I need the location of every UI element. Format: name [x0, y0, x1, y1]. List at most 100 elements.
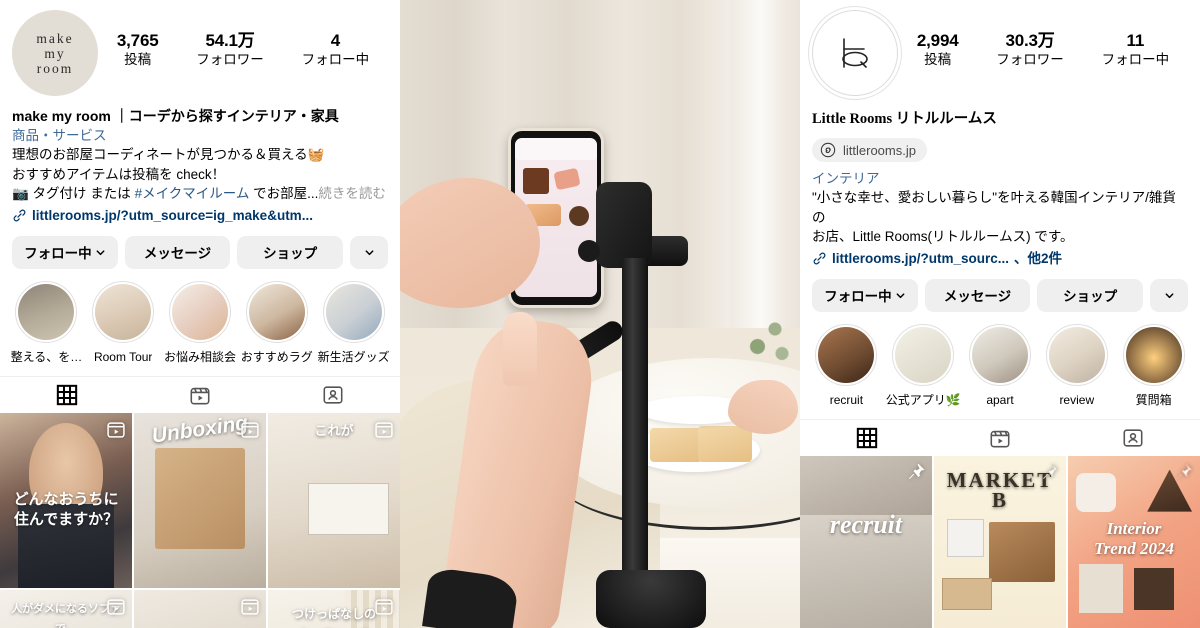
chevron-down-icon [365, 249, 373, 255]
screen-item [523, 168, 549, 194]
chevron-down-icon [896, 292, 905, 298]
post-cell[interactable]: 韓国で バズってるコレ [134, 590, 266, 628]
message-button[interactable]: メッセージ [124, 235, 231, 269]
message-button[interactable]: メッセージ [924, 278, 1031, 312]
stat-following[interactable]: 4 フォロー中 [300, 30, 372, 69]
reels-icon [375, 599, 393, 615]
bio-section-right: Little Rooms リトルルームス littlerooms.jp インテリ… [800, 96, 1200, 269]
highlight-item[interactable]: Room Tour [85, 280, 162, 365]
highlight-ring [322, 280, 385, 343]
post-cell[interactable]: Unboxing [134, 412, 266, 589]
button-label: ショップ [1063, 289, 1118, 304]
post-cell[interactable]: つけっぱなしの カーテンって [268, 590, 400, 628]
display-name: make my room ｜コーデから探すインテリア・家具 [12, 108, 339, 124]
highlight-item[interactable]: review [1038, 323, 1115, 408]
display-name: Little Rooms リトルルームス [812, 111, 997, 127]
button-label: フォロー中 [824, 289, 892, 304]
highlight-item[interactable]: recruit [808, 323, 885, 408]
threads-badge[interactable]: littlerooms.jp [812, 138, 927, 162]
second-person-hand [728, 380, 798, 434]
sidebar-item-tagged-tab[interactable] [1067, 420, 1200, 456]
avatar-wrap[interactable] [808, 6, 902, 100]
reels-icon [241, 599, 259, 615]
avatar-ring [808, 6, 902, 100]
profile-header-left: make my room 3,765 投稿 54.1万 フォロワー 4 フォロー… [0, 0, 400, 96]
link-count-suffix[interactable]: 、他2件 [1014, 248, 1062, 269]
pin-icon [908, 463, 925, 479]
sidebar-item-grid-tab[interactable] [800, 420, 933, 456]
highlight-label: review [1059, 392, 1095, 407]
hashtag-link[interactable]: #メイクマイルーム [135, 186, 250, 201]
post-cell[interactable]: 人がダメになるソファで… [0, 590, 132, 628]
stat-label: フォロワー [996, 52, 1064, 67]
highlight-item[interactable]: 整える、を… [8, 280, 85, 365]
grid-icon [56, 384, 77, 405]
following-button[interactable]: フォロー中 [812, 278, 918, 312]
stat-posts[interactable]: 3,765 投稿 [115, 30, 161, 69]
highlight-ring [968, 323, 1031, 386]
stat-followers[interactable]: 54.1万 フォロワー [194, 30, 266, 69]
highlight-item[interactable]: おすすめラグ [238, 280, 315, 365]
highlight-cover [895, 326, 952, 383]
highlight-ring [892, 323, 955, 386]
pointing-finger [503, 312, 537, 386]
post-cell[interactable]: これが [268, 412, 400, 589]
tripod-post [622, 258, 648, 588]
sidebar-item-tagged-tab[interactable] [267, 377, 400, 413]
highlight-cover [248, 283, 305, 340]
reels-icon [241, 421, 259, 438]
external-link-text[interactable]: littlerooms.jp/?utm_source=ig_make&utm..… [32, 205, 313, 226]
avatar[interactable]: make my room [12, 10, 98, 96]
highlight-item[interactable]: 新生活グッズ [315, 280, 392, 365]
screen-item [569, 206, 589, 226]
stat-posts[interactable]: 2,994 投稿 [915, 30, 961, 69]
stats-row: 3,765 投稿 54.1万 フォロワー 4 フォロー中 [98, 10, 388, 69]
bio-tag-line: 📷 タグ付け または #メイクマイルーム でお部屋...続きを読む [12, 184, 388, 204]
stat-label: フォロー中 [301, 52, 370, 67]
external-link-row[interactable]: littlerooms.jp/?utm_source=ig_make&utm..… [12, 205, 388, 226]
highlight-item[interactable]: 質問箱 [1115, 323, 1192, 408]
category-label: 商品・サービス [12, 128, 107, 143]
bio-line: おすすめアイテムは投稿を check！ [12, 166, 226, 182]
highlight-item[interactable]: apart [962, 323, 1039, 408]
link-chain-icon [813, 252, 826, 264]
right-instagram-profile: 2,994 投稿 30.3万 フォロワー 11 フォロー中 Little Roo… [800, 0, 1200, 628]
highlight-item[interactable]: お悩み相談会 [162, 280, 239, 365]
reels-icon [190, 387, 210, 404]
external-link-row[interactable]: littlerooms.jp/?utm_sourc... 、他2件 [812, 248, 1188, 269]
sidebar-item-reels-tab[interactable] [133, 377, 266, 413]
following-button[interactable]: フォロー中 [12, 235, 118, 269]
bio-tag-pre: 📷 タグ付け または [12, 186, 135, 201]
more-options-button[interactable] [350, 235, 389, 269]
highlights-row-left: 整える、を… Room Tour お悩み相談会 おすすめラグ 新生活グッズ [0, 269, 400, 365]
stat-following[interactable]: 11 フォロー中 [1100, 30, 1172, 69]
highlight-label: お悩み相談会 [163, 349, 236, 364]
more-options-button[interactable] [1150, 278, 1189, 312]
shop-button[interactable]: ショップ [1037, 278, 1144, 312]
highlight-ring [1122, 323, 1185, 386]
post-cell[interactable]: どんなおうちに 住んでますか？ [0, 412, 132, 589]
sidebar-item-reels-tab[interactable] [933, 420, 1066, 456]
highlight-cover [971, 326, 1028, 383]
photo-scene [400, 0, 800, 628]
chevron-down-icon [1165, 292, 1173, 298]
logo-line-2: my [44, 45, 66, 61]
button-label: ショップ [263, 246, 318, 261]
external-link-text[interactable]: littlerooms.jp/?utm_sourc... [832, 248, 1009, 269]
avatar-wrap[interactable]: make my room [12, 10, 98, 96]
highlight-cover [818, 326, 875, 383]
highlight-ring [168, 280, 231, 343]
stat-label: 投稿 [124, 52, 152, 67]
stat-label: 投稿 [924, 52, 952, 67]
tagged-icon [1123, 428, 1143, 447]
shop-button[interactable]: ショップ [237, 235, 344, 269]
post-cell[interactable]: recruit [800, 455, 932, 628]
grid-icon [856, 427, 877, 448]
post-cell[interactable]: MARKET B [934, 455, 1066, 628]
sidebar-item-grid-tab[interactable] [0, 377, 133, 413]
highlight-item[interactable]: 公式アプリ🌿 [885, 323, 962, 408]
highlight-cover [95, 283, 152, 340]
stat-followers[interactable]: 30.3万 フォロワー [994, 30, 1066, 69]
read-more-button[interactable]: 続きを読む [318, 186, 386, 201]
post-cell[interactable]: Interior Trend 2024 [1068, 455, 1200, 628]
